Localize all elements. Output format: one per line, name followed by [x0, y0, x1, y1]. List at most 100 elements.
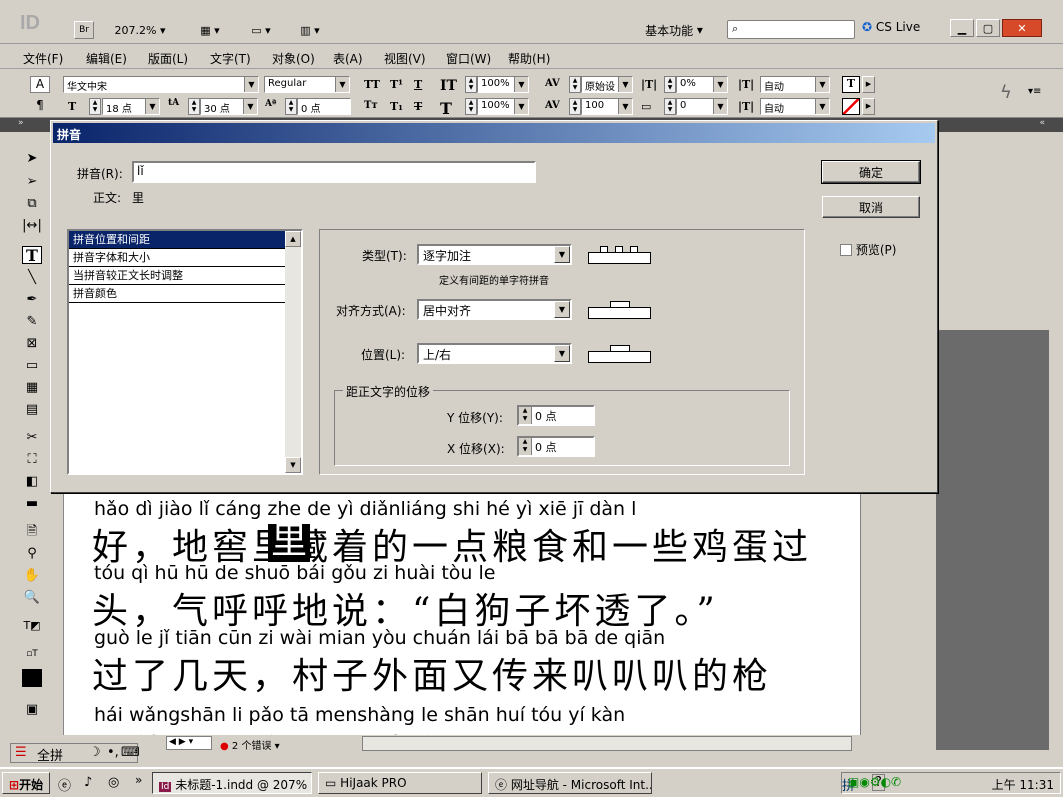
maximize-button[interactable]: ▢	[976, 19, 1000, 37]
ime-toolbar[interactable]: ☰ 全拼 ☽ •, ⌨	[10, 743, 140, 764]
search-input[interactable]: ⌕	[727, 20, 855, 39]
x-offset-stepper[interactable]: ▲ ▼	[519, 438, 532, 455]
leading-stepper[interactable]: ▲ ▼	[188, 98, 200, 115]
grid-tool-icon[interactable]: ▦	[22, 379, 42, 397]
list-scrollbar[interactable]: ▲ ▼	[285, 231, 301, 473]
vscale-field[interactable]: 100% ▼	[477, 76, 529, 93]
fill-stroke-swatch-icon[interactable]: T◩	[22, 617, 42, 635]
baseline-stepper[interactable]: ▲ ▼	[285, 98, 297, 115]
auto-field-1[interactable]: 自动 ▼	[760, 76, 830, 93]
quicklaunch-media-icon[interactable]: ♪	[84, 775, 92, 790]
menu-object[interactable]: 对象(O)	[272, 50, 315, 67]
font-family-field[interactable]: 华文中宋 ▼	[63, 76, 259, 93]
format-container-icon[interactable]: ▫T	[22, 645, 42, 663]
preview-checkbox[interactable]: 预览(P)	[840, 241, 896, 258]
chevron-right-icon[interactable]: ▶	[862, 76, 875, 93]
font-size-field[interactable]: 18 点 ▼	[102, 98, 160, 115]
y-offset-stepper[interactable]: ▲ ▼	[519, 407, 532, 424]
font-style-field[interactable]: Regular ▼	[264, 76, 350, 93]
gap-tool-icon[interactable]: |↔|	[22, 217, 42, 235]
paragraph-mode-icon[interactable]: ¶	[30, 98, 50, 115]
task-hijaak[interactable]: ▭ HiJaak PRO	[318, 772, 482, 794]
type-select[interactable]: 逐字加注 ▼	[417, 244, 572, 265]
menu-layout[interactable]: 版面(L)	[148, 50, 188, 67]
underline-icon[interactable]: T	[414, 78, 422, 91]
vscale-stepper[interactable]: ▲ ▼	[465, 76, 477, 93]
horizontal-scrollbar[interactable]	[362, 736, 852, 751]
zoom-tool-icon[interactable]: 🔍	[22, 589, 42, 607]
screen-mode-tool-icon[interactable]: ▣	[22, 701, 42, 719]
list-item-font-size[interactable]: 拼音字体和大小	[69, 249, 287, 267]
quicklaunch-desktop-icon[interactable]: ◎	[108, 775, 119, 790]
close-button[interactable]: ✕	[1002, 19, 1042, 37]
gradient-feather-tool-icon[interactable]: ▬	[22, 495, 42, 513]
hand-tool-icon[interactable]: ✋	[22, 567, 42, 585]
ime-punct-icon[interactable]: •,	[107, 745, 119, 760]
menu-help[interactable]: 帮助(H)	[508, 50, 550, 67]
hscale-stepper[interactable]: ▲ ▼	[465, 98, 477, 115]
type-tool-icon[interactable]: T	[22, 246, 42, 265]
menu-view[interactable]: 视图(V)	[384, 50, 426, 67]
scissors-tool-icon[interactable]: ✂	[22, 429, 42, 447]
skew-stepper[interactable]: ▲ ▼	[664, 76, 676, 93]
cs-live-button[interactable]: ✪ CS Live	[862, 20, 920, 34]
cancel-button[interactable]: 取消	[822, 196, 920, 218]
character-mode-icon[interactable]: A	[30, 76, 50, 93]
subscript-icon[interactable]: T₁	[390, 100, 403, 113]
strikethrough-icon[interactable]: T	[414, 100, 422, 113]
apply-color-icon[interactable]	[22, 669, 42, 687]
free-transform-tool-icon[interactable]: ⛶	[22, 451, 42, 469]
kerning-field[interactable]: 原始设 ▼	[581, 76, 633, 93]
menu-file[interactable]: 文件(F)	[23, 50, 63, 67]
rectangle-frame-tool-icon[interactable]: ⊠	[22, 335, 42, 353]
page-tool-icon[interactable]: ⧉	[22, 195, 42, 213]
fill-text-icon[interactable]: T	[842, 76, 860, 93]
vertical-scrollbar[interactable]	[860, 490, 874, 735]
panel-menu-icon[interactable]: ▾≡	[1028, 86, 1041, 97]
preflight-status[interactable]: ● 2 个错误 ▾	[220, 737, 280, 752]
font-size-stepper[interactable]: ▲ ▼	[89, 98, 101, 115]
ok-button[interactable]: 确定	[821, 160, 921, 184]
scroll-down-icon[interactable]: ▼	[285, 457, 301, 473]
document-page[interactable]: hǎo dì jiào lǐ cáng zhe de yì diǎnliáng …	[50, 490, 860, 735]
small-caps-icon[interactable]: Tт	[364, 100, 378, 111]
view-options-icon[interactable]: ▦ ▾	[192, 20, 228, 40]
eyedropper-tool-icon[interactable]: ⚲	[22, 545, 42, 563]
kerning-stepper[interactable]: ▲ ▼	[569, 76, 581, 93]
minimize-button[interactable]: ▁	[950, 19, 974, 37]
auto-field-2[interactable]: 自动 ▼	[760, 98, 830, 115]
menu-type[interactable]: 文字(T)	[210, 50, 251, 67]
page-number-field[interactable]: ◀ ▶ ▾	[166, 736, 212, 750]
task-indesign[interactable]: Id 未标题-1.indd @ 207%	[152, 772, 312, 794]
scroll-up-icon[interactable]: ▲	[285, 231, 301, 247]
task-ie[interactable]: ⓔ 网址导航 - Microsoft Int...	[488, 772, 652, 794]
stroke-none-icon[interactable]	[842, 98, 860, 115]
rotation-stepper[interactable]: ▲ ▼	[664, 98, 676, 115]
frame-grid-tool-icon[interactable]: ▤	[22, 401, 42, 419]
list-item-color[interactable]: 拼音颜色	[69, 285, 287, 303]
quicklaunch-more-icon[interactable]: »	[135, 773, 142, 787]
tray-network-icon[interactable]: ▣◉⚙◐✆	[848, 775, 901, 789]
selection-tool-icon[interactable]: ➤	[22, 150, 42, 168]
all-caps-icon[interactable]: TT	[364, 78, 380, 91]
pinyin-input[interactable]: lǐ	[132, 161, 536, 183]
baseline-field[interactable]: 0 点	[297, 98, 351, 115]
rectangle-tool-icon[interactable]: ▭	[22, 357, 42, 375]
pen-tool-icon[interactable]: ✒	[22, 291, 42, 309]
lightning-icon[interactable]: ϟ	[1000, 82, 1012, 103]
screen-mode-icon[interactable]: ▭ ▾	[243, 20, 279, 40]
position-select[interactable]: 上/右 ▼	[417, 343, 572, 364]
list-item-overhang[interactable]: 当拼音较正文长时调整	[69, 267, 287, 285]
zoom-dropdown[interactable]: 207.2% ▾	[110, 20, 170, 40]
bridge-button[interactable]: Br	[74, 21, 94, 39]
ime-moon-icon[interactable]: ☽	[89, 745, 101, 760]
tracking-field[interactable]: 100 ▼	[581, 98, 633, 115]
arrange-documents-icon[interactable]: ▥ ▾	[292, 20, 328, 40]
rotation-field[interactable]: 0 ▼	[676, 98, 728, 115]
leading-field[interactable]: 30 点 ▼	[200, 98, 258, 115]
list-item-position-spacing[interactable]: 拼音位置和间距	[69, 231, 287, 249]
skew-field[interactable]: 0% ▼	[676, 76, 728, 93]
alignment-select[interactable]: 居中对齐 ▼	[417, 299, 572, 320]
gradient-tool-icon[interactable]: ◧	[22, 473, 42, 491]
hscale-field[interactable]: 100% ▼	[477, 98, 529, 115]
